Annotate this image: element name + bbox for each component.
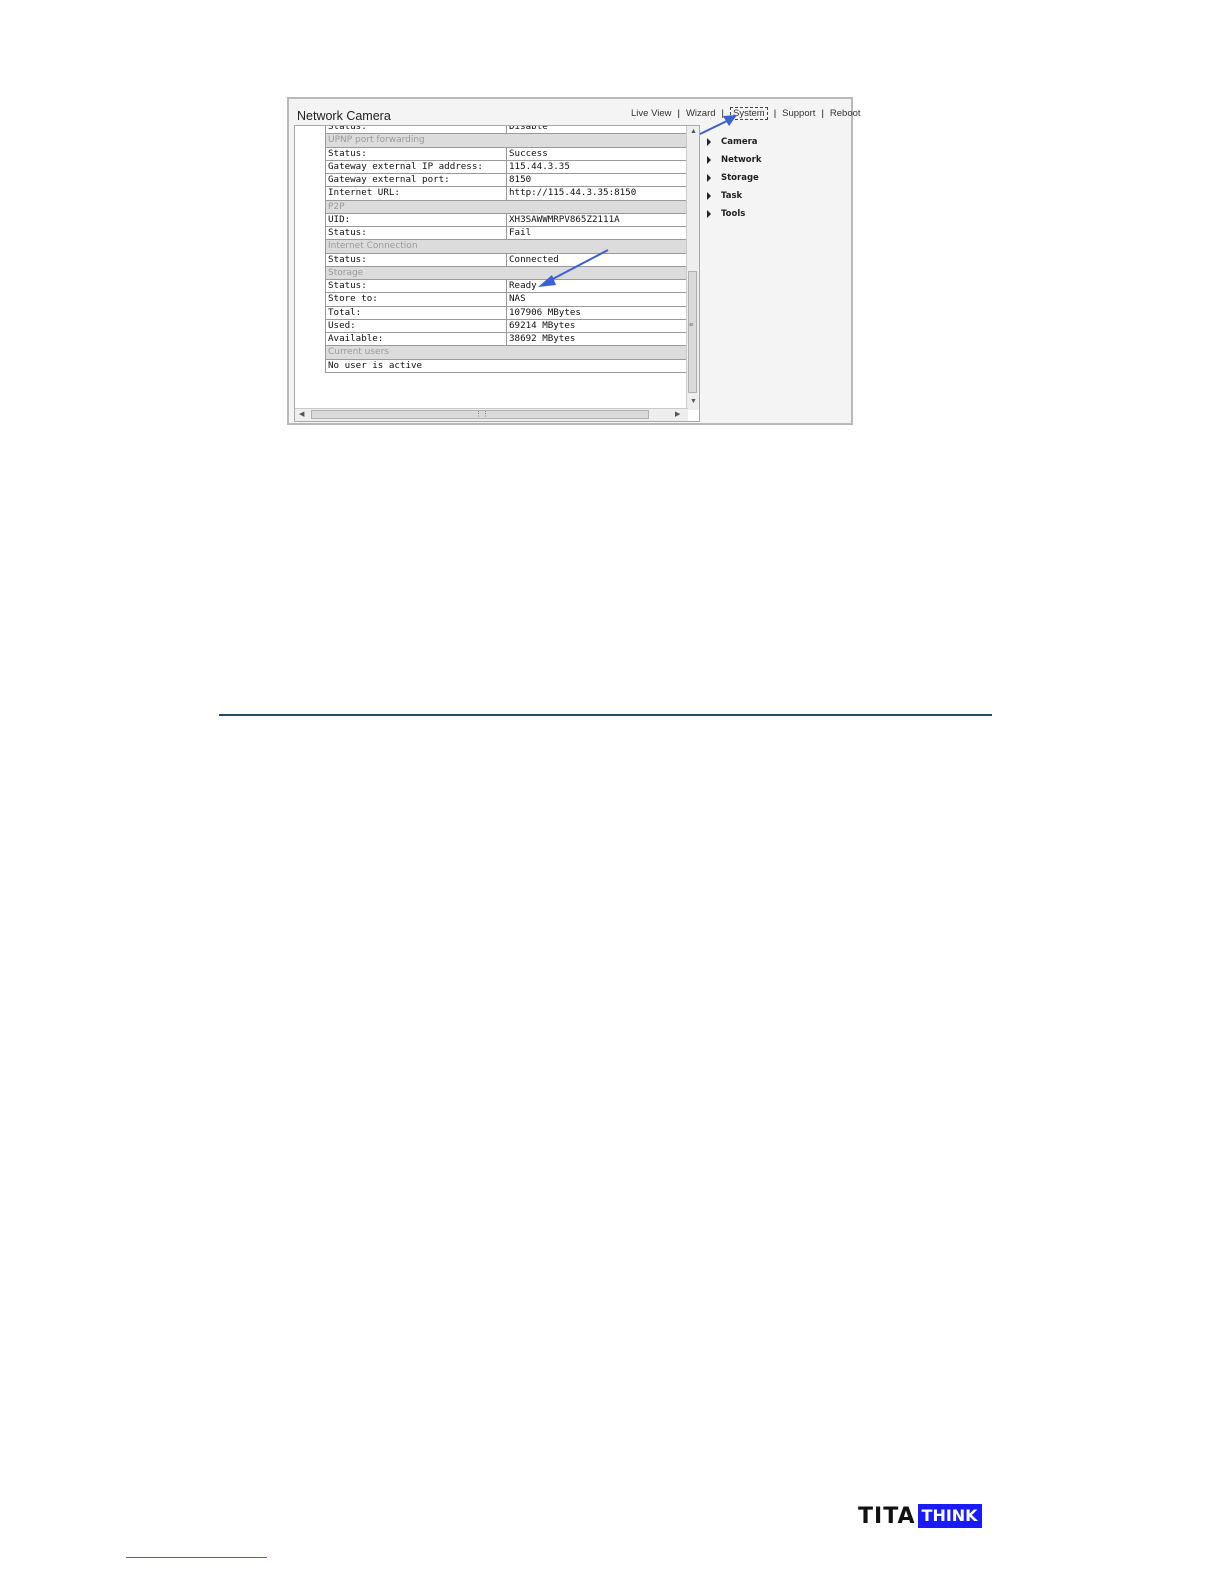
scroll-left-arrow-icon[interactable]: ◀ [299, 411, 304, 419]
nav-live-view[interactable]: Live View [631, 108, 672, 119]
footer-link-underline [126, 1557, 267, 1558]
grip-icon: ⋮⋮ [475, 411, 489, 418]
nav-separator: | [677, 108, 680, 119]
row-value: 8150 [506, 172, 688, 188]
table-row: Internet URL: http://115.44.3.35:8150 [325, 186, 688, 201]
vertical-scroll-thumb[interactable] [688, 271, 697, 393]
scroll-down-arrow-icon[interactable]: ▼ [690, 398, 697, 406]
table-row: Status: Connected [325, 252, 688, 267]
row-value: Disable [506, 126, 688, 135]
nav-separator: | [821, 108, 824, 119]
row-key: Total: [325, 305, 507, 320]
menu-item-tools[interactable]: Tools [707, 205, 761, 223]
row-key: Available: [325, 331, 507, 347]
scroll-right-arrow-icon[interactable]: ▶ [675, 411, 680, 419]
nav-separator: | [773, 108, 777, 119]
table-row: Available: 38692 MBytes [325, 331, 688, 347]
app-title: Network Camera [297, 109, 391, 123]
logo-text-left: TITA [858, 1503, 916, 1529]
expand-arrow-icon [707, 192, 711, 200]
status-content-frame: Status: Disable UPNP port forwarding Stat… [294, 125, 700, 422]
table-row: Status: Success [325, 146, 688, 161]
menu-item-storage[interactable]: Storage [707, 169, 761, 187]
table-row: Gateway external port: 8150 [325, 172, 688, 188]
horizontal-scrollbar[interactable]: ◀ ⋮⋮ ▶ [295, 408, 688, 421]
row-key: Status: [325, 252, 507, 267]
section-divider [219, 714, 992, 716]
expand-arrow-icon [707, 210, 711, 218]
scroll-up-arrow-icon[interactable]: ▲ [690, 128, 697, 136]
side-menu: Camera Network Storage Task Tools [707, 133, 761, 223]
table-row: Store to: NAS [325, 292, 688, 307]
menu-item-task[interactable]: Task [707, 187, 761, 205]
row-value: 115.44.3.35 [506, 159, 688, 175]
nav-separator: | [721, 108, 724, 119]
row-value: Ready [506, 278, 688, 294]
table-row: Status: Ready [325, 278, 688, 294]
nav-reboot[interactable]: Reboot [830, 108, 861, 119]
row-key: No user is active [325, 358, 688, 373]
table-row: Total: 107906 MBytes [325, 305, 688, 320]
table-row: UID: XH3SAWWMRPV865Z2111A [325, 212, 688, 228]
section-header-internet: Internet Connection [325, 239, 688, 254]
table-row: No user is active [325, 358, 688, 373]
section-header-p2p: P2P [325, 199, 688, 214]
table-row: Used: 69214 MBytes [325, 318, 688, 334]
section-header-upnp: UPNP port forwarding [325, 133, 688, 148]
row-key: Status: [325, 126, 507, 135]
expand-arrow-icon [707, 156, 711, 164]
table-row: Status: Fail [325, 225, 688, 241]
row-value: http://115.44.3.35:8150 [506, 186, 688, 201]
nav-support[interactable]: Support [782, 108, 815, 119]
row-key: UID: [325, 212, 507, 228]
expand-arrow-icon [707, 138, 711, 146]
row-value: 107906 MBytes [506, 305, 688, 320]
top-nav: Live View | Wizard | System | Support | Reboot [631, 107, 861, 120]
brand-logo: TITA THINK [858, 1503, 982, 1529]
table-row: Gateway external IP address: 115.44.3.35 [325, 159, 688, 175]
vertical-scrollbar[interactable]: ▲ ≡ ▼ [686, 126, 699, 410]
row-value: XH3SAWWMRPV865Z2111A [506, 212, 688, 228]
nav-wizard[interactable]: Wizard [686, 108, 716, 119]
row-key: Used: [325, 318, 507, 334]
row-key: Store to: [325, 292, 507, 307]
status-table: Status: Disable UPNP port forwarding Stat… [325, 126, 688, 373]
nav-system[interactable]: System [730, 107, 768, 120]
row-value: 69214 MBytes [506, 318, 688, 334]
row-key: Gateway external port: [325, 172, 507, 188]
section-header-storage: Storage [325, 265, 688, 281]
row-key: Status: [325, 146, 507, 161]
row-key: Status: [325, 225, 507, 241]
row-key: Gateway external IP address: [325, 159, 507, 175]
menu-item-network[interactable]: Network [707, 151, 761, 169]
grip-icon: ≡ [689, 322, 694, 329]
expand-arrow-icon [707, 174, 711, 182]
row-value: NAS [506, 292, 688, 307]
screenshot-frame: Network Camera Live View | Wizard | System | S… [287, 97, 861, 425]
row-key: Status: [325, 278, 507, 294]
logo-text-right: THINK [917, 1504, 982, 1528]
row-value: Connected [506, 252, 688, 267]
row-value: Fail [506, 225, 688, 241]
section-header-current-users: Current users [325, 345, 688, 360]
row-key: Internet URL: [325, 186, 507, 201]
row-value: Success [506, 146, 688, 161]
row-value: 38692 MBytes [506, 331, 688, 347]
menu-item-camera[interactable]: Camera [707, 133, 761, 151]
table-row: Status: Disable [325, 126, 688, 135]
